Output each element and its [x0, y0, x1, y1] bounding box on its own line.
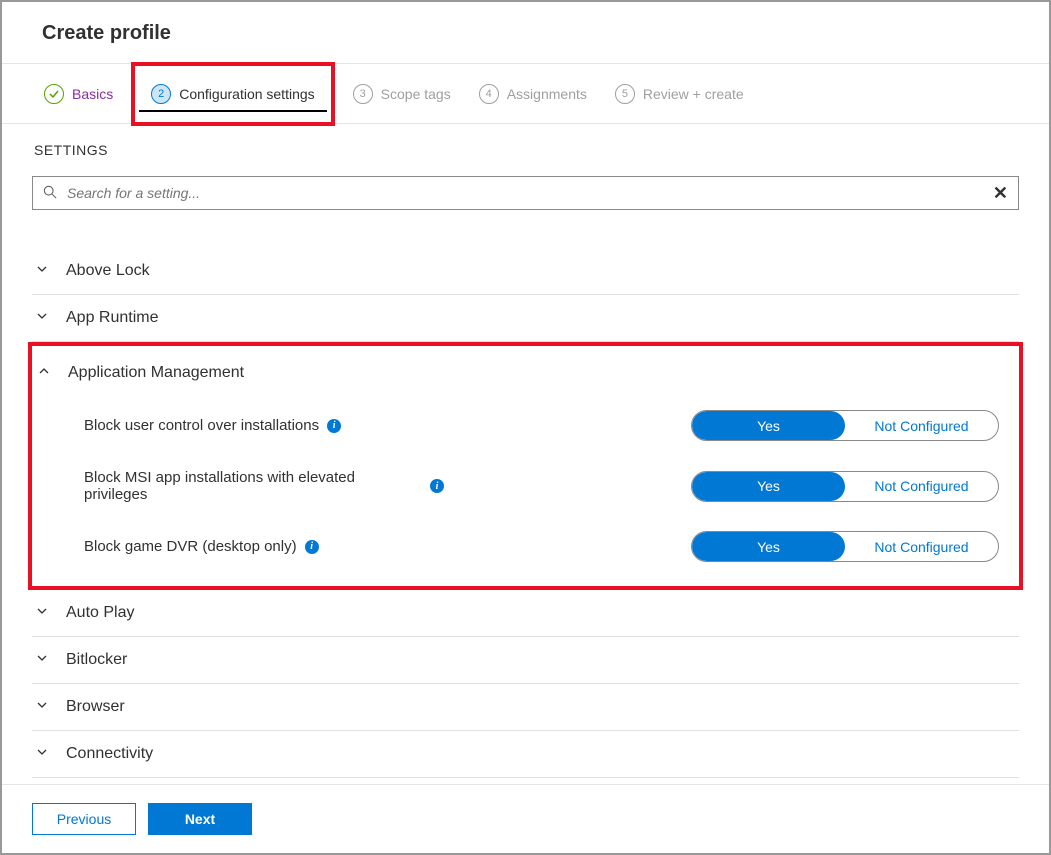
category-label: Bitlocker [66, 651, 127, 669]
tab-scope-tags[interactable]: 3 Scope tags [343, 68, 461, 120]
clear-icon[interactable]: ✕ [993, 183, 1008, 204]
settings-heading: SETTINGS [34, 142, 1019, 158]
toggle-yes[interactable]: Yes [692, 411, 845, 440]
tab-configuration-settings[interactable]: 2 Configuration settings [141, 68, 324, 120]
category-label: Above Lock [66, 262, 150, 280]
toggle-block-user-control[interactable]: Yes Not Configured [691, 410, 999, 441]
search-icon [43, 185, 57, 202]
toggle-not-configured[interactable]: Not Configured [845, 532, 998, 561]
step-number: 4 [479, 84, 499, 104]
tab-label: Review + create [643, 86, 744, 102]
chevron-down-icon [36, 745, 50, 763]
chevron-up-icon [38, 364, 52, 382]
wizard-tabs: Basics 2 Configuration settings 3 Scope … [2, 64, 1049, 124]
toggle-block-msi[interactable]: Yes Not Configured [691, 471, 999, 502]
wizard-footer: Previous Next [2, 784, 1049, 853]
check-icon [44, 84, 64, 104]
tab-assignments[interactable]: 4 Assignments [469, 68, 597, 120]
previous-button[interactable]: Previous [32, 803, 136, 835]
chevron-down-icon [36, 262, 50, 280]
category-connectivity[interactable]: Connectivity [32, 731, 1019, 777]
category-application-management[interactable]: Application Management [34, 350, 1019, 396]
toggle-not-configured[interactable]: Not Configured [845, 472, 998, 501]
search-input[interactable] [67, 185, 993, 201]
info-icon[interactable]: i [305, 540, 319, 554]
chevron-down-icon [36, 604, 50, 622]
page-title: Create profile [42, 22, 1009, 45]
category-bitlocker[interactable]: Bitlocker [32, 637, 1019, 683]
highlight-box-section: Application Management Block user contro… [28, 342, 1023, 590]
chevron-down-icon [36, 698, 50, 716]
category-label: Connectivity [66, 745, 153, 763]
toggle-yes[interactable]: Yes [692, 472, 845, 501]
tab-label: Basics [72, 86, 113, 102]
tab-review-create[interactable]: 5 Review + create [605, 68, 754, 120]
tab-label: Scope tags [381, 86, 451, 102]
info-icon[interactable]: i [327, 419, 341, 433]
step-number: 2 [151, 84, 171, 104]
setting-label: Block game DVR (desktop only) [84, 538, 297, 555]
info-icon[interactable]: i [430, 479, 444, 493]
toggle-block-dvr[interactable]: Yes Not Configured [691, 531, 999, 562]
category-label: Auto Play [66, 604, 134, 622]
next-button[interactable]: Next [148, 803, 252, 835]
search-box[interactable]: ✕ [32, 176, 1019, 210]
step-number: 5 [615, 84, 635, 104]
category-above-lock[interactable]: Above Lock [32, 248, 1019, 294]
highlight-box-tab: 2 Configuration settings [131, 62, 334, 126]
chevron-down-icon [36, 651, 50, 669]
chevron-down-icon [36, 309, 50, 327]
tab-basics[interactable]: Basics [34, 68, 123, 120]
category-label: Application Management [68, 364, 244, 382]
category-browser[interactable]: Browser [32, 684, 1019, 730]
tab-label: Assignments [507, 86, 587, 102]
setting-label: Block user control over installations [84, 417, 319, 434]
setting-label: Block MSI app installations with elevate… [84, 469, 422, 503]
category-label: Browser [66, 698, 125, 716]
category-label: App Runtime [66, 309, 159, 327]
tab-label: Configuration settings [179, 86, 314, 102]
category-app-runtime[interactable]: App Runtime [32, 295, 1019, 341]
toggle-not-configured[interactable]: Not Configured [845, 411, 998, 440]
toggle-yes[interactable]: Yes [692, 532, 845, 561]
category-auto-play[interactable]: Auto Play [32, 590, 1019, 636]
step-number: 3 [353, 84, 373, 104]
